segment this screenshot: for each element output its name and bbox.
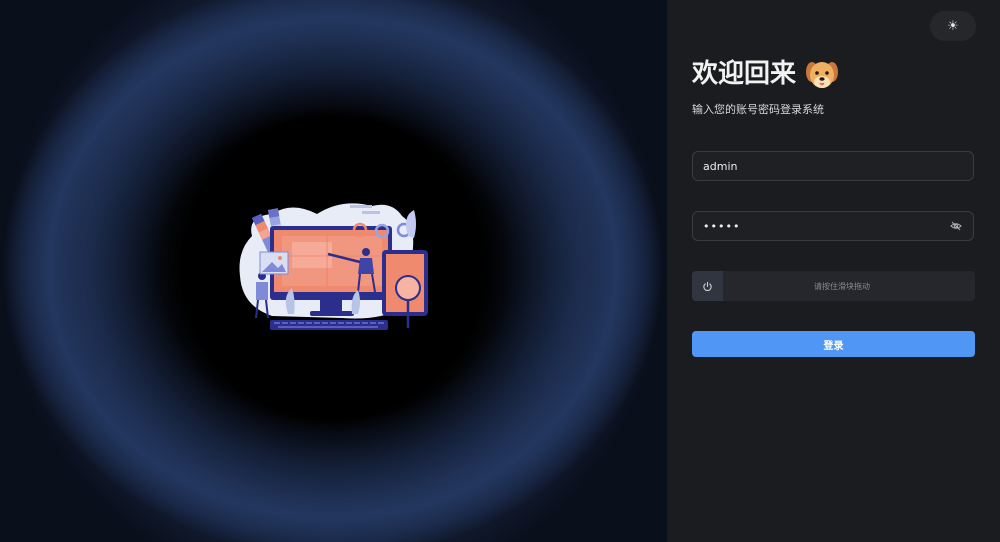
password-input[interactable]	[693, 212, 945, 240]
dog-face-icon	[806, 62, 839, 88]
username-field[interactable]	[692, 151, 974, 181]
login-button[interactable]: 登录	[692, 331, 975, 357]
login-page: ☀ 欢迎回来 输入您的账号密码登录系统 admin ••••• 请按住滑块拖动 …	[0, 0, 1000, 542]
login-subtitle: 输入您的账号密码登录系统	[692, 103, 824, 116]
welcome-heading: 欢迎回来	[692, 56, 840, 92]
slider-captcha[interactable]: 请按住滑块拖动	[692, 271, 975, 301]
username-input[interactable]	[693, 152, 973, 180]
slider-hint-text: 请按住滑块拖动	[814, 281, 870, 291]
designer-workspace-illustration	[239, 203, 428, 330]
page-title: 欢迎回来	[692, 59, 797, 89]
slider-handle[interactable]	[692, 271, 723, 301]
theme-toggle-button[interactable]: ☀	[930, 11, 976, 41]
sun-icon: ☀	[947, 18, 959, 34]
power-icon	[703, 281, 712, 291]
password-field[interactable]	[692, 211, 974, 241]
eye-icon[interactable]	[945, 215, 967, 237]
illustration-panel	[0, 0, 667, 542]
